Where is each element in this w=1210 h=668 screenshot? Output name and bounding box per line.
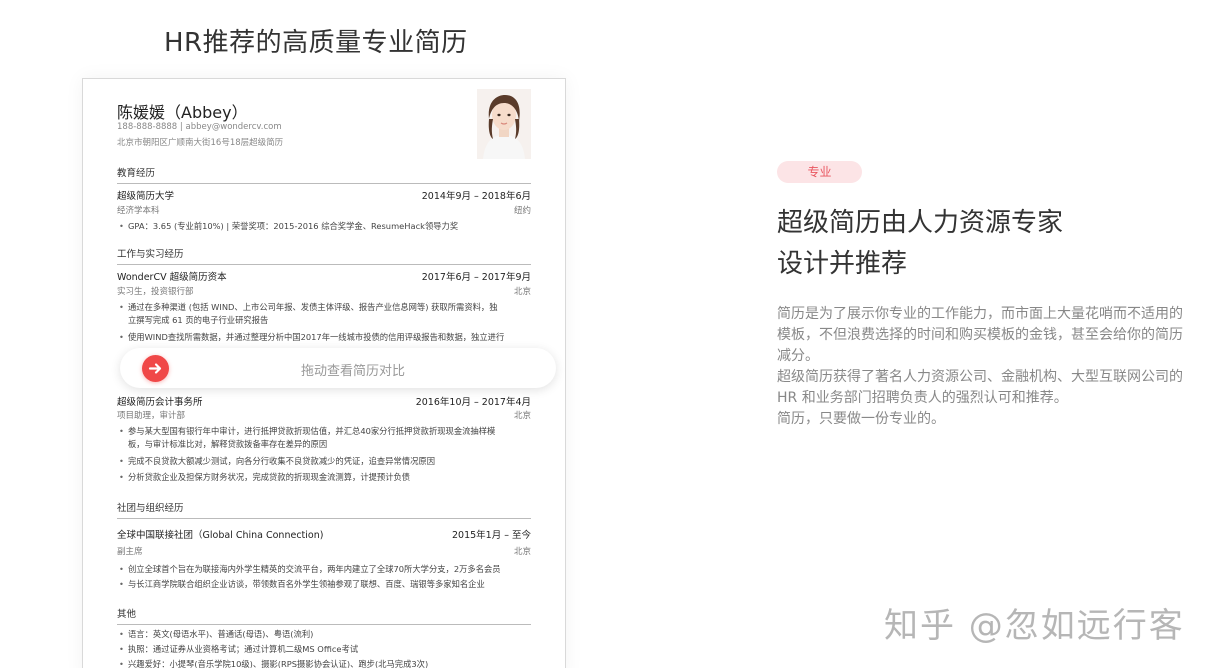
resume-contact: 188-888-8888 | abbey@wondercv.com xyxy=(117,122,282,132)
section-education: 教育经历 xyxy=(117,165,531,184)
work-role: 实习生，投资银行部 xyxy=(117,287,194,297)
work-bullet-cont: 立撰写完成 61 页的电子行业研究报告 xyxy=(128,315,269,325)
other-bullet: 执照：通过证券从业资格考试；通过计算机二级MS Office考试 xyxy=(117,643,531,656)
school-name: 超级简历大学 xyxy=(117,191,175,202)
org-location: 北京 xyxy=(513,547,531,557)
company-name: WonderCV 超级简历资本 xyxy=(117,272,227,283)
watermark: 知乎 @忽如远行客 xyxy=(884,606,1185,646)
work-date: 2017年6月 – 2017年9月 xyxy=(421,272,531,283)
work-location: 北京 xyxy=(513,287,531,297)
org-row: 全球中国联接社团（Global China Connection) 2015年1… xyxy=(117,527,531,541)
feature-description: 简历是为了展示你专业的工作能力，而市面上大量花哨而不适用的模板，不但浪费选择的时… xyxy=(777,304,1187,430)
work-subrow: 实习生，投资银行部 北京 xyxy=(117,285,531,297)
description-paragraph: 超级简历获得了著名人力资源公司、金融机构、大型互联网公司的 HR 和业务部门招聘… xyxy=(777,369,1183,406)
feature-title-line2: 设计并推荐 xyxy=(777,249,908,279)
work2-bullet: 完成不良贷款大额减少测试，向各分行收集不良贷款减少的凭证，追查异常情况原因 xyxy=(117,455,531,468)
org-role: 副主席 xyxy=(117,547,143,557)
other-bullet: 兴趣爱好：小提琴(音乐学院10级)、摄影(RPS摄影协会认证)、跑步(北马完成3… xyxy=(117,658,531,668)
section-other: 其他 xyxy=(117,606,531,625)
compare-slider[interactable]: 拖动查看简历对比 xyxy=(120,348,556,388)
org-bullet: 与长江商学院联合组织企业访谈，带领数百名外学生领袖参观了联想、百度、瑞银等多家知… xyxy=(117,578,531,591)
education-date: 2014年9月 – 2018年6月 xyxy=(421,191,531,202)
work2-date: 2016年10月 – 2017年4月 xyxy=(415,397,531,408)
org-bullet: 创立全球首个旨在为联接海内外学生精英的交流平台，两年内建立了全球70所大学分支，… xyxy=(117,563,531,576)
company-name: 超级简历会计事务所 xyxy=(117,397,203,408)
work-bullet: 使用WIND查找所需数据，并通过整理分析中国2017年一线城市投债的信用评级报告… xyxy=(117,331,531,344)
section-work: 工作与实习经历 xyxy=(117,246,531,265)
org-name: 全球中国联接社团（Global China Connection) xyxy=(117,530,324,541)
education-bullet: GPA：3.65 (专业前10%) | 荣誉奖项：2015-2016 综合奖学金… xyxy=(117,220,531,233)
work2-bullet: 分析贷款企业及担保方财务状况，完成贷款的折现现金流测算，计提预计负债 xyxy=(117,471,531,484)
profile-photo xyxy=(477,89,531,159)
feature-title: 超级简历由人力资源专家 设计并推荐 xyxy=(777,203,1063,285)
work2-subrow: 项目助理，审计部 北京 xyxy=(117,409,531,421)
education-location: 纽约 xyxy=(513,206,531,216)
resume-address: 北京市朝阳区广顺南大街16号18层超级简历 xyxy=(117,138,284,148)
other-bullet: 语言：英文(母语水平)、普通话(母语)、粤语(流利) xyxy=(117,628,531,641)
education-row: 超级简历大学 2014年9月 – 2018年6月 xyxy=(117,188,531,202)
work2-row: 超级简历会计事务所 2016年10月 – 2017年4月 xyxy=(117,394,531,408)
org-date: 2015年1月 – 至今 xyxy=(451,530,531,541)
work2-location: 北京 xyxy=(513,411,531,421)
feature-tag: 专业 xyxy=(777,161,862,183)
degree: 经济学本科 xyxy=(117,206,160,216)
work2-bullet: 参与某大型国有银行年中审计，进行抵押贷款折现估值，并汇总40家分行抵押贷款折现现… xyxy=(117,425,531,438)
feature-title-line1: 超级简历由人力资源专家 xyxy=(777,208,1064,238)
headline: HR推荐的高质量专业简历 xyxy=(164,28,468,58)
work2-role: 项目助理，审计部 xyxy=(117,411,186,421)
slider-label: 拖动查看简历对比 xyxy=(300,364,405,379)
work-bullet: 通过在多种渠道 (包括 WIND、上市公司年报、发债主体评级、报告产业信息网等)… xyxy=(117,301,531,314)
description-paragraph: 简历，只要做一份专业的。 xyxy=(777,411,945,427)
section-org: 社团与组织经历 xyxy=(117,500,531,519)
work-row: WonderCV 超级简历资本 2017年6月 – 2017年9月 xyxy=(117,269,531,283)
description-paragraph: 简历是为了展示你专业的工作能力，而市面上大量花哨而不适用的模板，不但浪费选择的时… xyxy=(777,306,1183,364)
education-subrow: 经济学本科 纽约 xyxy=(117,204,531,216)
org-subrow: 副主席 北京 xyxy=(117,545,531,557)
resume-name: 陈媛媛（Abbey） xyxy=(117,103,248,122)
work2-bullet-cont: 板，与审计标准比对，解释贷款拨备率存在差异的原因 xyxy=(128,439,328,449)
